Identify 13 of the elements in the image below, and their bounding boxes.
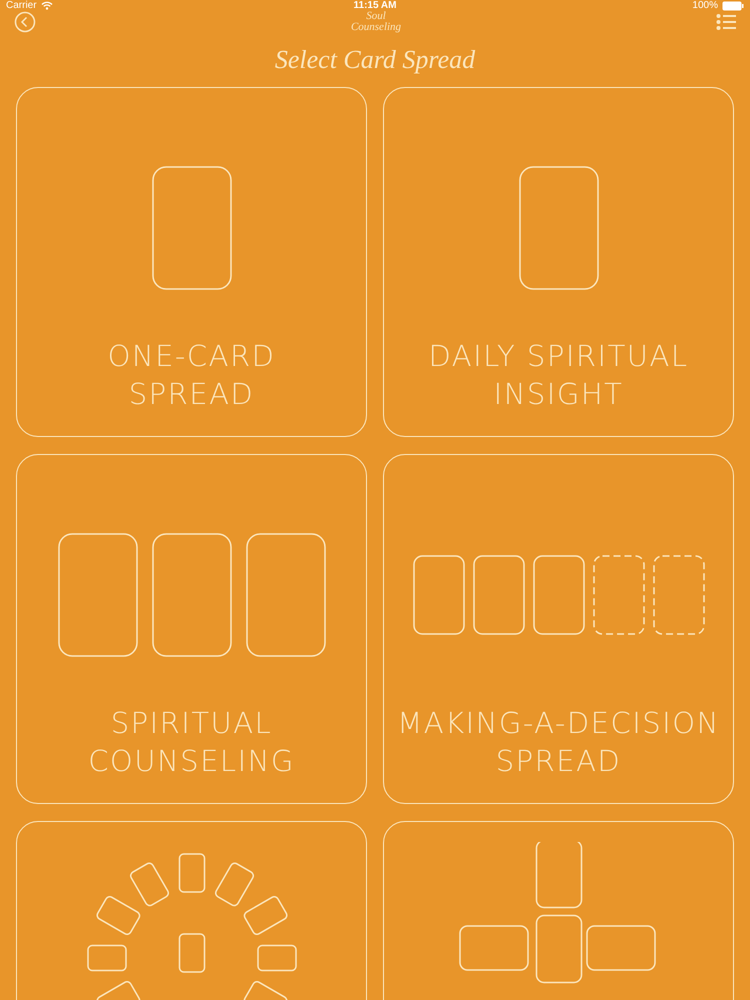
spread-card[interactable]: ONE-CARD SPREAD bbox=[16, 87, 367, 437]
wifi-icon bbox=[40, 1, 53, 10]
spread-card[interactable]: MAKING-A-DECISION SPREAD bbox=[383, 454, 734, 804]
menu-icon[interactable] bbox=[716, 13, 736, 31]
spread-card[interactable]: DAILY SPIRITUAL INSIGHT bbox=[383, 87, 734, 437]
status-time: 11:15 AM bbox=[354, 0, 396, 11]
app-logo: Soul Counseling bbox=[350, 11, 402, 33]
battery-icon bbox=[722, 0, 744, 10]
page-title: Select Card Spread bbox=[274, 45, 476, 75]
spread-card[interactable]: SPIRITUAL COUNSELING bbox=[16, 454, 367, 804]
carrier-name: Carrier bbox=[6, 0, 37, 11]
battery-percent: 100% bbox=[692, 0, 718, 11]
back-icon[interactable] bbox=[14, 11, 36, 33]
